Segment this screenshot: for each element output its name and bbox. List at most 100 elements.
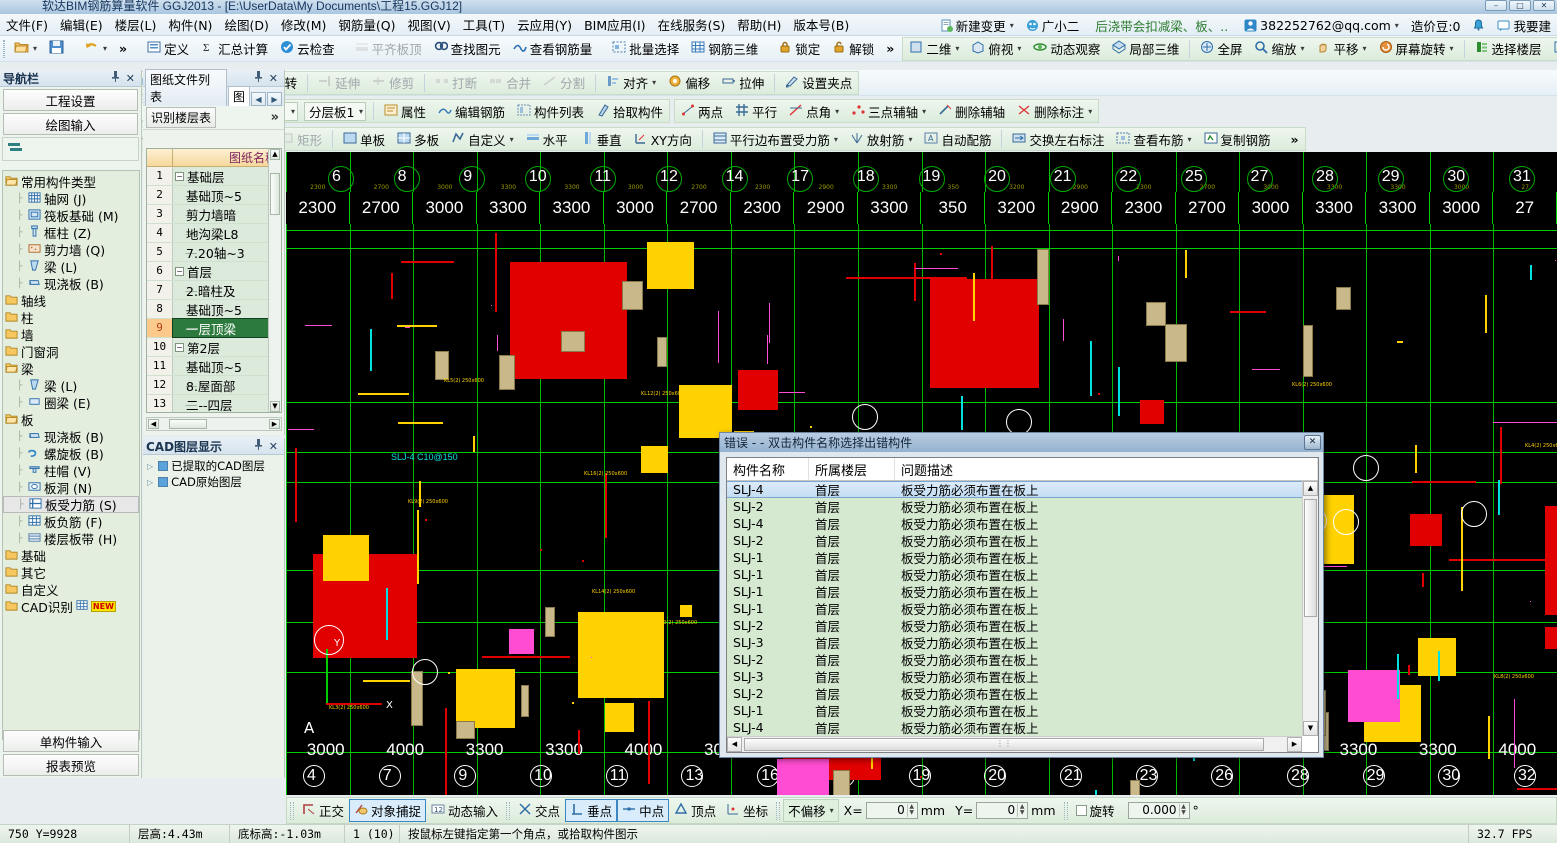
slab-button-1[interactable]: 多板 bbox=[391, 128, 445, 151]
nav-tree-item-9[interactable]: 墙 bbox=[3, 326, 139, 343]
error-scroll-up-icon[interactable]: ▲ bbox=[1303, 481, 1318, 496]
menu-item-5[interactable]: 修改(M) bbox=[275, 13, 333, 36]
drawing-row-11[interactable]: 12—8.屋面部 bbox=[147, 376, 281, 395]
view-button-8[interactable]: 选择楼层 bbox=[1469, 37, 1548, 60]
chevron-down-icon[interactable]: ▾ bbox=[1017, 44, 1021, 53]
slab-button-5[interactable]: XY方向 bbox=[628, 128, 698, 151]
toolbar-grip[interactable] bbox=[506, 801, 511, 820]
view-button-3[interactable]: 局部三维 bbox=[1106, 37, 1185, 60]
drawing-row-6[interactable]: 7—2.暗柱及 bbox=[147, 281, 281, 300]
expand-collapse-icon[interactable]: − bbox=[175, 266, 184, 276]
snap-button-object-snap[interactable]: 对象捕捉 bbox=[349, 799, 427, 822]
menu-item-0[interactable]: 文件(F) bbox=[0, 13, 54, 36]
maximize-button[interactable]: □ bbox=[1509, 0, 1531, 11]
error-row-1[interactable]: SLJ-2 首层 板受力筋必须布置在板上 bbox=[727, 498, 1302, 515]
component-button-3[interactable]: 拾取构件 bbox=[590, 100, 669, 123]
error-row-11[interactable]: SLJ-3 首层 板受力筋必须布置在板上 bbox=[727, 668, 1302, 685]
nav-tree-item-17[interactable]: ├ 柱帽 (V) bbox=[3, 462, 139, 479]
modify-button-12[interactable]: 拉伸 bbox=[716, 71, 770, 94]
nav-tree-item-6[interactable]: ├ 现浇板 (B) bbox=[3, 275, 139, 292]
view-button-2[interactable]: 动态观察 bbox=[1027, 37, 1106, 60]
chevron-down-icon[interactable]: ▾ bbox=[830, 806, 834, 815]
nav-tree-item-21[interactable]: ├ 楼层板带 (H) bbox=[3, 530, 139, 547]
drawing-pin-icon[interactable] bbox=[251, 71, 266, 85]
toolbar-button-4[interactable]: 查找图元 bbox=[428, 37, 507, 60]
chevron-down-icon[interactable]: ▾ bbox=[955, 44, 959, 53]
undo-button[interactable]: ▾ bbox=[78, 38, 113, 59]
error-row-9[interactable]: SLJ-3 首层 板受力筋必须布置在板上 bbox=[727, 634, 1302, 651]
chevron-right-icon[interactable]: ▷ bbox=[147, 462, 153, 471]
axis-button-3[interactable]: 三点辅轴 ▾ bbox=[845, 100, 932, 123]
view-button-6[interactable]: 平移 ▾ bbox=[1310, 37, 1372, 60]
drawing-grid-vscrollbar[interactable]: ▲ ▼ bbox=[268, 149, 281, 412]
beans-label[interactable]: 造价豆:0 bbox=[1405, 16, 1467, 35]
nav-tree-item-16[interactable]: ├ 螺旋板 (B) bbox=[3, 445, 139, 462]
drawing-toolbar-overflow[interactable]: » bbox=[271, 110, 281, 125]
snap-button-dynamic-input[interactable]: 12 动态输入 bbox=[426, 799, 503, 822]
axis-button-4[interactable]: 删除辅轴 bbox=[932, 100, 1011, 123]
error-row-10[interactable]: SLJ-2 首层 板受力筋必须布置在板上 bbox=[727, 651, 1302, 668]
slab-button-6[interactable]: 平行边布置受力筋 ▾ bbox=[707, 128, 844, 151]
drawing-row-12[interactable]: 13— 二--四层 bbox=[147, 395, 281, 412]
nav-tree-item-2[interactable]: ├ 筏板基础 (M) bbox=[3, 207, 139, 224]
chevron-down-icon[interactable]: ▾ bbox=[908, 135, 912, 144]
promo-banner[interactable]: 后浇带会扣减梁、板、.. bbox=[1085, 16, 1238, 35]
error-row-4[interactable]: SLJ-1 首层 板受力筋必须布置在板上 bbox=[727, 549, 1302, 566]
drawing-row-0[interactable]: 1− 基础层 bbox=[147, 167, 281, 186]
slab-button-2[interactable]: 自定义 ▾ bbox=[445, 128, 520, 151]
drawing-row-8[interactable]: 9— 一层顶梁 bbox=[147, 318, 281, 338]
view-button-1[interactable]: 俯视 ▾ bbox=[965, 37, 1027, 60]
rotate-checkbox[interactable] bbox=[1075, 805, 1087, 816]
drawing-row-4[interactable]: 5—7.20轴~3 bbox=[147, 243, 281, 262]
error-list-hscrollbar[interactable]: ◀ ⋮⋮ ▶ bbox=[727, 736, 1302, 752]
toolbar-button-1[interactable]: Σ 汇总计算 bbox=[195, 37, 274, 60]
menu-item-7[interactable]: 视图(V) bbox=[401, 13, 456, 36]
close-button[interactable]: ✕ bbox=[1533, 0, 1555, 11]
toolbar4-overflow[interactable]: » bbox=[1285, 130, 1305, 149]
chevron-down-icon[interactable]: ▾ bbox=[359, 107, 363, 116]
snap-button-coordinate[interactable]: 坐标 bbox=[721, 799, 773, 822]
view-button-5[interactable]: 缩放 ▾ bbox=[1248, 37, 1310, 60]
drawing-grid[interactable]: 图纸名称 1− 基础层 2— 基础顶~5 3— 剪力墙暗 4— 地沟梁L8 5—7.20轴~3 6… bbox=[146, 148, 282, 413]
user-profile[interactable]: 广小二 bbox=[1020, 16, 1086, 35]
expand-collapse-icon[interactable]: − bbox=[175, 171, 184, 181]
nav-tree-item-3[interactable]: ├ 框柱 (Z) bbox=[3, 224, 139, 241]
component-button-1[interactable]: 编辑钢筋 bbox=[432, 100, 511, 123]
slab-button-7[interactable]: 放射筋 ▾ bbox=[844, 128, 919, 151]
menu-item-4[interactable]: 绘图(D) bbox=[218, 13, 274, 36]
menu-item-6[interactable]: 钢筋量(Q) bbox=[332, 13, 401, 36]
expand-collapse-icon[interactable]: − bbox=[175, 342, 184, 352]
chevron-right-icon-2[interactable]: ▷ bbox=[147, 478, 153, 487]
report-preview-button[interactable]: 报表预览 bbox=[3, 754, 139, 776]
cad-pin-icon[interactable] bbox=[251, 439, 266, 453]
component-tree[interactable]: 常用构件类型 ├ 轴网 (J) ├ 筏板基础 (M) ├ 框柱 (Z) ├ 剪力墙 (Q) ├ 梁 … bbox=[2, 170, 140, 740]
slab-button-9[interactable]: 交换左右标注 bbox=[1006, 128, 1110, 151]
chevron-down-icon[interactable]: ▾ bbox=[1010, 21, 1014, 30]
pin-icon[interactable] bbox=[108, 71, 123, 85]
toolbar-grip[interactable] bbox=[776, 801, 781, 820]
x-offset-stepper[interactable]: ▲ ▼ bbox=[906, 804, 916, 817]
view-button-9[interactable]: 线 bbox=[1548, 37, 1557, 60]
nav-tree-item-8[interactable]: 柱 bbox=[3, 309, 139, 326]
toolbar-button-2[interactable]: 云检查 bbox=[274, 37, 341, 60]
error-list-rows[interactable]: SLJ-4 首层 板受力筋必须布置在板上 SLJ-2 首层 板受力筋必须布置在板上 SLJ-… bbox=[727, 481, 1302, 736]
menu-item-9[interactable]: 云应用(Y) bbox=[511, 13, 578, 36]
chevron-down-icon[interactable]: ▾ bbox=[835, 107, 839, 116]
axis-button-5[interactable]: 删除标注 ▾ bbox=[1011, 100, 1098, 123]
nav-tree-item-13[interactable]: ├ 圈梁 (E) bbox=[3, 394, 139, 411]
chevron-down-icon[interactable]: ▾ bbox=[922, 107, 926, 116]
menu-item-13[interactable]: 版本号(B) bbox=[787, 13, 855, 36]
axis-button-1[interactable]: 平行 bbox=[729, 100, 783, 123]
modify-button-10[interactable]: 对齐 ▾ bbox=[600, 71, 662, 94]
new-change-button[interactable]: 新建变更 ▾ bbox=[934, 16, 1020, 35]
slab-button-10[interactable]: 查看布筋 ▾ bbox=[1110, 128, 1197, 151]
nav-tree-item-5[interactable]: ├ 梁 (L) bbox=[3, 258, 139, 275]
cad-layer-item-extracted[interactable]: ▷ 已提取的CAD图层 bbox=[143, 458, 284, 474]
y-offset-stepper[interactable]: ▲ ▼ bbox=[1017, 804, 1026, 817]
tab-next-button[interactable]: ▶ bbox=[267, 92, 282, 106]
drawing-row-1[interactable]: 2— 基础顶~5 bbox=[147, 186, 281, 205]
cad-close-icon[interactable]: ✕ bbox=[266, 440, 281, 453]
account-chevron-down-icon[interactable]: ▾ bbox=[1395, 21, 1399, 30]
chevron-down-icon[interactable]: ▾ bbox=[510, 135, 514, 144]
error-row-14[interactable]: SLJ-4 首层 板受力筋必须布置在板上 bbox=[727, 719, 1302, 736]
